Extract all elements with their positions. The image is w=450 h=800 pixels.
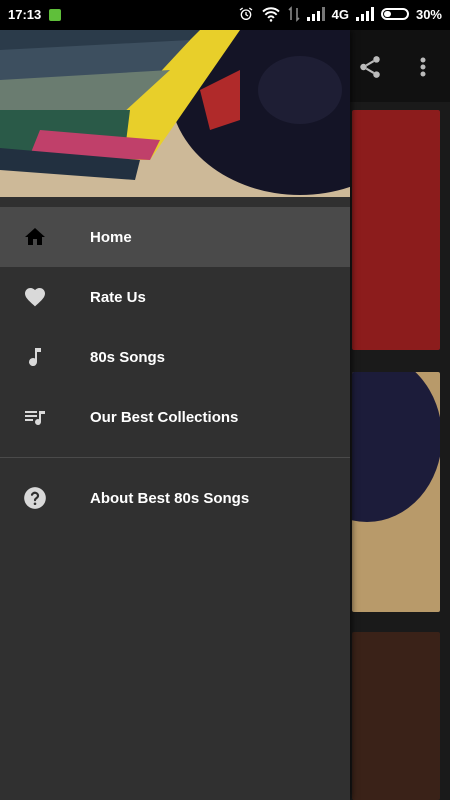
network-type: 4G — [331, 6, 349, 22]
battery-percent: 30% — [415, 6, 442, 22]
nav-item-80s-songs[interactable]: 80s Songs — [0, 327, 350, 387]
battery-fill — [383, 11, 391, 17]
signal-icon-2 — [355, 7, 374, 21]
nav-item-label: Rate Us — [90, 288, 146, 306]
vinyl-records-image — [0, 30, 350, 197]
playlist-icon — [22, 404, 48, 430]
share-icon[interactable] — [357, 54, 383, 80]
nav-item-label: About Best 80s Songs — [90, 489, 250, 507]
nav-item-about[interactable]: About Best 80s Songs — [0, 468, 350, 528]
nav-item-label: Our Best Collections — [90, 408, 239, 426]
signal-icon — [306, 7, 325, 21]
battery-icon — [380, 8, 409, 20]
status-bar: 17:13 4G 30% — [0, 0, 450, 30]
background-card-1[interactable] — [352, 110, 440, 350]
music-note-icon — [22, 344, 48, 370]
notification-icon — [49, 8, 62, 21]
drawer-header-image — [0, 30, 350, 197]
nav-item-home[interactable]: Home — [0, 207, 350, 267]
nav-item-label: 80s Songs — [90, 348, 166, 366]
nav-item-best-collections[interactable]: Our Best Collections — [0, 387, 350, 447]
data-transfer-icon — [288, 6, 300, 22]
heart-icon — [22, 284, 48, 310]
menu-divider — [0, 457, 350, 458]
status-time: 17:13 — [8, 7, 42, 22]
more-vert-icon[interactable] — [413, 54, 433, 80]
vinyl-record-image — [352, 372, 440, 522]
help-icon — [22, 485, 48, 511]
wifi-icon — [261, 7, 280, 22]
alarm-icon — [239, 7, 253, 20]
nav-item-label: Home — [90, 228, 132, 246]
navigation-drawer: Home Rate Us 80s Songs Our Best Collecti… — [0, 30, 350, 800]
background-card-2[interactable] — [352, 372, 440, 612]
nav-item-rate-us[interactable]: Rate Us — [0, 267, 350, 327]
background-card-3[interactable] — [352, 632, 440, 800]
home-icon — [22, 224, 48, 250]
